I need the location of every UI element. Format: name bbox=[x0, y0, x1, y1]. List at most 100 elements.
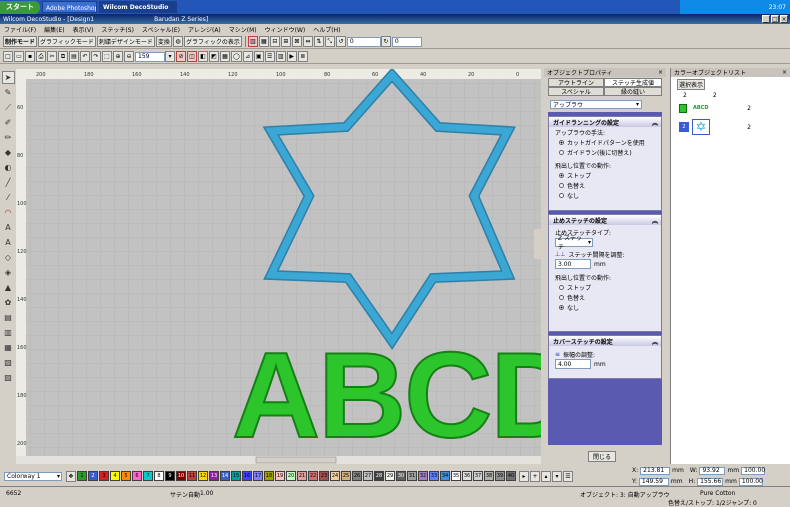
method-option-guide-run[interactable]: ガイドラン(後に切替え) bbox=[549, 147, 661, 157]
menu-window[interactable]: ウィンドウ(W) bbox=[265, 25, 306, 34]
align-icon[interactable]: ⊟ bbox=[269, 36, 280, 47]
color-swatch-36[interactable]: 36 bbox=[462, 471, 472, 481]
menu-machine[interactable]: マシン(M) bbox=[229, 25, 257, 34]
color-swatch-40[interactable]: 40 bbox=[506, 471, 516, 481]
collapse-icon[interactable]: ︽ bbox=[652, 216, 658, 225]
tab-outline[interactable]: アウトライン bbox=[548, 78, 604, 87]
zoom-input[interactable]: 159 bbox=[135, 51, 165, 62]
minimize-button[interactable]: _ bbox=[762, 15, 770, 23]
menu-file[interactable]: ファイル(F) bbox=[4, 25, 36, 34]
color-swatch-26[interactable]: 26 bbox=[352, 471, 362, 481]
color-swatch-13[interactable]: 13 bbox=[209, 471, 219, 481]
color-swatch-20[interactable]: 20 bbox=[286, 471, 296, 481]
graphic-display-button[interactable]: グラフィックの表示 bbox=[183, 36, 242, 47]
rotate-left-icon[interactable]: ↺ bbox=[335, 36, 346, 47]
close-button[interactable]: × bbox=[780, 15, 788, 23]
lock-icon[interactable]: ▨ bbox=[2, 371, 15, 384]
y-input[interactable]: 149.59 bbox=[638, 477, 669, 486]
spacing-icon[interactable]: ▦ bbox=[2, 341, 15, 354]
method-option-cut-guide[interactable]: カットガイドパターンを使用 bbox=[549, 137, 661, 147]
x-input[interactable]: 213.81 bbox=[640, 466, 671, 475]
color-swatch-31[interactable]: 31 bbox=[407, 471, 417, 481]
select-icon[interactable]: ⬚ bbox=[102, 51, 112, 62]
globe-icon[interactable]: ◍ bbox=[172, 36, 183, 47]
open-file-icon[interactable]: ▭ bbox=[14, 51, 24, 62]
color-swatch-1[interactable]: 1 bbox=[77, 471, 87, 481]
color-swatch-24[interactable]: 24 bbox=[330, 471, 340, 481]
rotate-right-icon[interactable]: ↻ bbox=[380, 36, 391, 47]
properties-icon[interactable]: ≣ bbox=[297, 51, 308, 62]
color-swatch-37[interactable]: 37 bbox=[473, 471, 483, 481]
pattern-icon[interactable]: ▧ bbox=[2, 356, 15, 369]
tie-option-color-change[interactable]: 色替え bbox=[549, 292, 661, 302]
color-swatch-39[interactable]: 39 bbox=[495, 471, 505, 481]
stitch-type-select[interactable]: アップラウ ▾ bbox=[550, 100, 642, 109]
close-icon[interactable]: × bbox=[658, 69, 663, 76]
menu-special[interactable]: スペシャル(E) bbox=[142, 25, 180, 34]
tab-edge-sewing[interactable]: 縁の縫い bbox=[604, 87, 662, 96]
scale-icon[interactable]: ⤡ bbox=[324, 36, 335, 47]
redo-icon[interactable]: ↷ bbox=[91, 51, 101, 62]
color-swatch-17[interactable]: 17 bbox=[253, 471, 263, 481]
h-percent-input[interactable]: 100.00 bbox=[738, 477, 763, 486]
stitch-design-mode-button[interactable]: 刺繍デザインモード bbox=[96, 36, 155, 47]
knife-icon[interactable]: ⟋ bbox=[2, 101, 15, 114]
text-icon[interactable]: A bbox=[2, 221, 15, 234]
brush-icon[interactable]: ✐ bbox=[2, 116, 15, 129]
travel-icon[interactable]: ▶ bbox=[286, 51, 297, 62]
sequence-icon[interactable]: ☰ bbox=[264, 51, 275, 62]
list-item-selected[interactable]: 2 ✡ 2 bbox=[679, 118, 790, 136]
color-swatch-10[interactable]: 10 bbox=[176, 471, 186, 481]
monogram-icon[interactable]: A bbox=[2, 236, 15, 249]
show-3d-icon[interactable]: ◩ bbox=[209, 51, 219, 62]
convert-button[interactable]: 変換 bbox=[155, 36, 172, 47]
design-canvas[interactable]: 200 180 160 140 120 100 80 60 40 20 0 60… bbox=[16, 69, 541, 464]
color-swatch-38[interactable]: 38 bbox=[484, 471, 494, 481]
color-swatch-33[interactable]: 33 bbox=[429, 471, 439, 481]
show-outline-icon[interactable]: ◧ bbox=[198, 51, 208, 62]
color-swatch-18[interactable]: 18 bbox=[264, 471, 274, 481]
menu-arrange[interactable]: アレンジ(A) bbox=[188, 25, 221, 34]
color-swatch-23[interactable]: 23 bbox=[319, 471, 329, 481]
chevron-down-icon[interactable]: ▾ bbox=[165, 51, 175, 62]
line-icon[interactable]: ╱ bbox=[2, 176, 15, 189]
stitch-view-icon[interactable]: ▥ bbox=[247, 36, 258, 47]
tie-type-select[interactable]: Z ステッチ ▾ bbox=[555, 235, 593, 251]
color-swatch-3[interactable]: 3 bbox=[99, 471, 109, 481]
spacing-input[interactable]: 3.00 bbox=[555, 259, 591, 269]
tab-stitch-values[interactable]: ステッチ生成値 bbox=[604, 78, 662, 87]
menu-help[interactable]: ヘルプ(H) bbox=[313, 25, 340, 34]
graphic-mode-button[interactable]: グラフィックモード bbox=[38, 36, 96, 47]
pointer-icon[interactable]: ➤ bbox=[1, 71, 15, 84]
color-swatch-14[interactable]: 14 bbox=[220, 471, 230, 481]
color-swatch-5[interactable]: 5 bbox=[121, 471, 131, 481]
menu-view[interactable]: 表示(V) bbox=[73, 25, 94, 34]
color-swatch-21[interactable]: 21 bbox=[297, 471, 307, 481]
pencil-icon[interactable]: ✏ bbox=[2, 131, 15, 144]
collapse-icon[interactable]: ︽ bbox=[652, 337, 658, 346]
zoom-in-icon[interactable]: ⊕ bbox=[113, 51, 123, 62]
menu-stitch[interactable]: ステッチ(S) bbox=[101, 25, 134, 34]
vertical-scroll-thumb[interactable] bbox=[534, 229, 541, 259]
color-swatch-22[interactable]: 22 bbox=[308, 471, 318, 481]
color-swatch-9[interactable]: 9 bbox=[165, 471, 175, 481]
fit-page-icon[interactable]: ▣ bbox=[253, 51, 264, 62]
run-icon[interactable]: ⁄ bbox=[2, 191, 15, 204]
production-mode-button[interactable]: 制作モード bbox=[3, 36, 38, 47]
tie-option-none[interactable]: なし bbox=[549, 302, 661, 312]
taskbar-item-decostudio[interactable]: Wilcom DecoStudio bbox=[99, 1, 177, 13]
w-input[interactable]: 93.92 bbox=[699, 466, 726, 475]
color-swatch-16[interactable]: 16 bbox=[242, 471, 252, 481]
color-swatch-2[interactable]: 2 bbox=[88, 471, 98, 481]
color-swatch-6[interactable]: 6 bbox=[132, 471, 142, 481]
color-swatch-15[interactable]: 15 bbox=[231, 471, 241, 481]
w-percent-input[interactable]: 100.00 bbox=[741, 466, 766, 475]
density-icon[interactable]: ▥ bbox=[2, 326, 15, 339]
print-icon[interactable]: ⎙ bbox=[36, 51, 46, 62]
fill-icon[interactable]: ◆ bbox=[2, 146, 15, 159]
layout-icon[interactable]: ⊞ bbox=[280, 36, 291, 47]
close-button[interactable]: 閉じる bbox=[588, 451, 616, 462]
color-swatch-4[interactable]: 4 bbox=[110, 471, 120, 481]
section-header[interactable]: カバーステッチの設定 ︽ bbox=[549, 336, 661, 346]
color-swatch-28[interactable]: 28 bbox=[374, 471, 384, 481]
